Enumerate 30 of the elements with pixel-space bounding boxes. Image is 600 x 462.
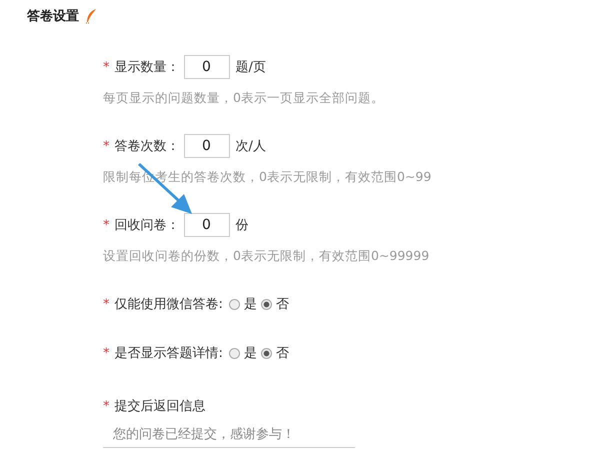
number-input[interactable]: 0 <box>184 213 230 237</box>
radio-button[interactable] <box>260 348 272 358</box>
feather-icon <box>85 8 97 24</box>
field-hint: 设置回收问卷的份数，0表示无限制，有效范围0~99999 <box>103 248 430 265</box>
radio-button[interactable] <box>260 298 272 310</box>
required-mark: * <box>103 138 110 154</box>
option-label: 否 <box>276 345 289 362</box>
field-label: 显示数量： <box>114 59 180 76</box>
number-input[interactable]: 0 <box>184 55 230 79</box>
unit-label: 题/页 <box>236 59 266 76</box>
option-label: 否 <box>276 296 289 313</box>
number-input[interactable]: 0 <box>184 134 230 158</box>
section-title: 答卷设置 <box>27 8 79 25</box>
radio-button[interactable] <box>228 348 240 358</box>
option-label: 是 <box>244 296 257 313</box>
required-mark: * <box>103 296 110 312</box>
field-label: 回收问卷： <box>114 217 180 234</box>
field-label: 是否显示答题详情: <box>114 345 223 362</box>
required-mark: * <box>103 60 110 74</box>
unit-label: 次/人 <box>236 138 266 155</box>
required-mark: * <box>103 398 110 414</box>
required-mark: * <box>103 218 110 232</box>
field-label: 仅能使用微信答卷: <box>114 296 223 313</box>
option-label: 是 <box>244 345 257 362</box>
radio-button[interactable] <box>228 298 240 310</box>
field-label: 提交后返回信息 <box>114 398 206 415</box>
unit-label: 份 <box>236 217 248 234</box>
required-mark: * <box>103 346 110 360</box>
field-hint: 每页显示的问题数量，0表示一页显示全部问题。 <box>103 90 385 107</box>
field-label: 答卷次数： <box>114 138 180 155</box>
